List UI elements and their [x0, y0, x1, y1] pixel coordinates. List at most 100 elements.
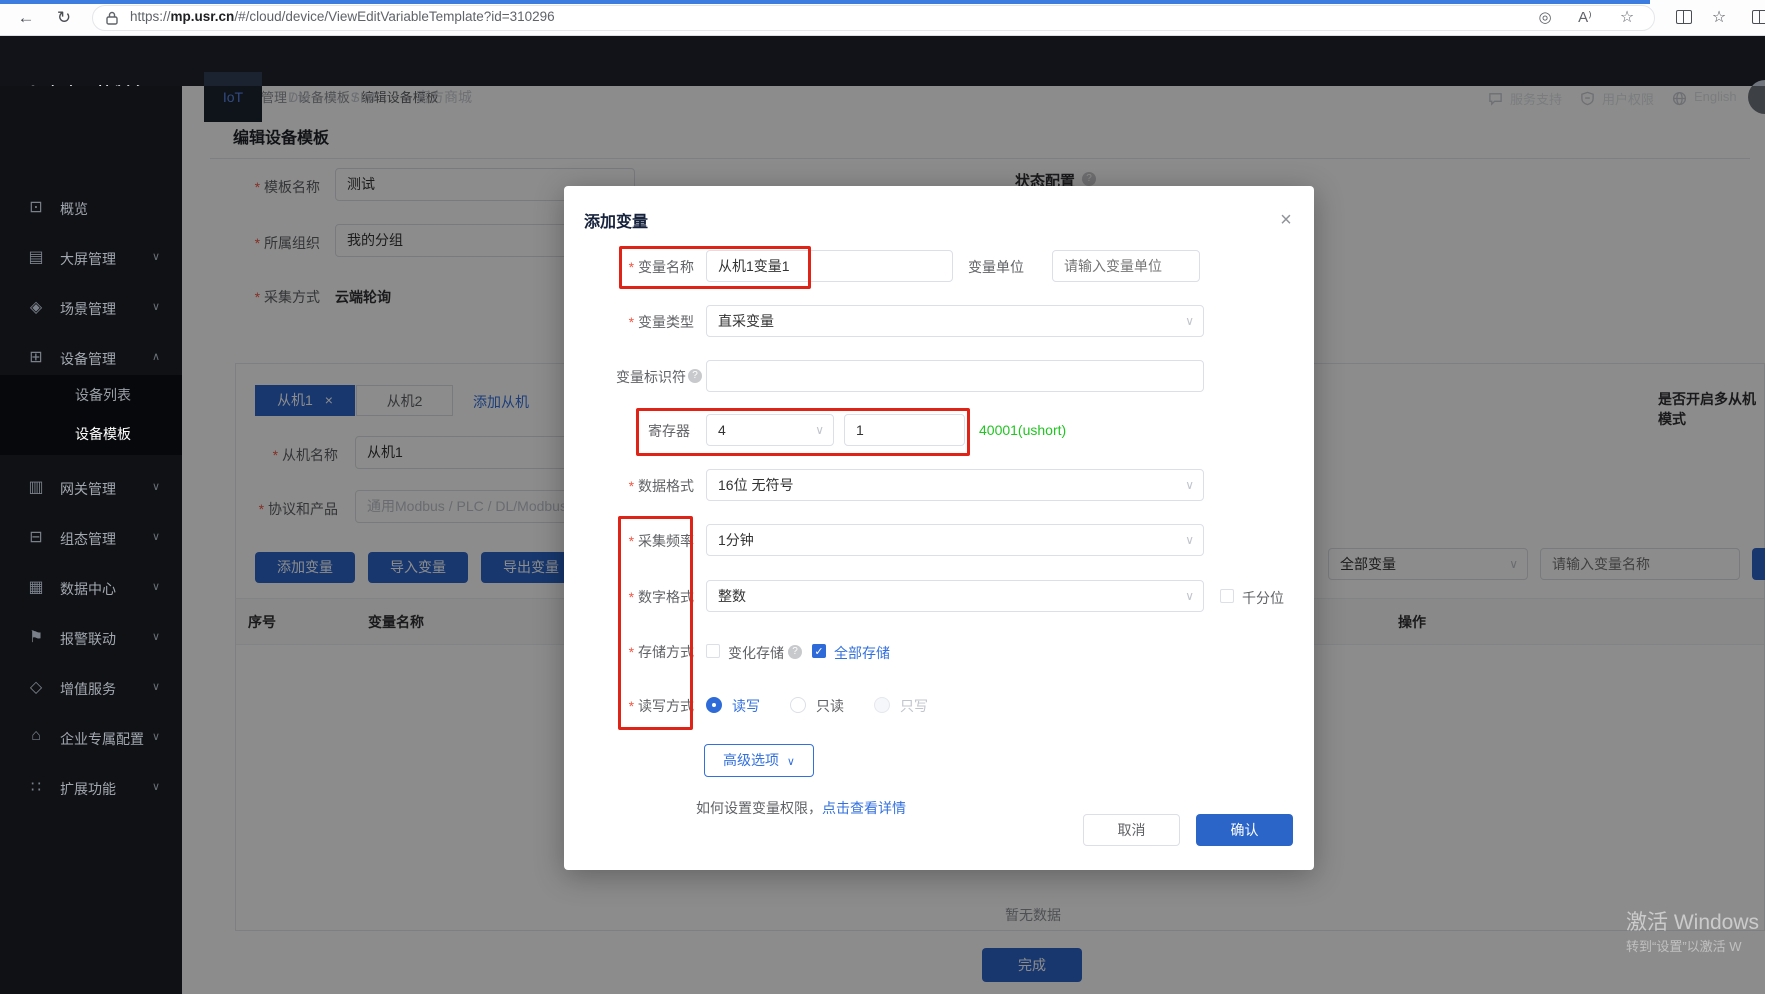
browser-extra-icon[interactable]	[1752, 10, 1765, 24]
split-screen-icon[interactable]	[1676, 10, 1692, 24]
browser-loading-bar	[0, 0, 1650, 4]
storage-change-checkbox[interactable]	[706, 644, 720, 658]
data-format-select[interactable]: 16位 无符号 ∨	[706, 469, 1204, 501]
identifier-value[interactable]	[718, 361, 1192, 391]
chevron-down-icon: ∨	[152, 480, 160, 493]
rw-readwrite-radio[interactable]	[706, 697, 722, 713]
sidebar-item-device-list[interactable]: 设备列表	[0, 376, 182, 415]
storage-change-label: 变化存储	[728, 643, 784, 663]
variable-type-label: 变量类型	[564, 312, 694, 332]
geolocation-icon[interactable]: ◎	[1532, 6, 1558, 30]
dialog-close-icon[interactable]: ×	[1272, 206, 1300, 234]
device-icon: ⊞	[26, 347, 46, 367]
chevron-down-icon: ∨	[152, 530, 160, 543]
sidebar-item-overview[interactable]: ⊡ 概览	[0, 183, 182, 233]
enterprise-icon: ⌂	[26, 727, 46, 745]
device-mgmt-submenu: 设备列表 设备模板	[0, 375, 182, 455]
browser-toolbar: ← ↻ https://mp.usr.cn/#/cloud/device/Vie…	[0, 0, 1765, 36]
url-domain: mp.usr.cn	[171, 9, 235, 24]
alarm-icon: ⚑	[26, 627, 46, 647]
chevron-down-icon: ∨	[152, 680, 160, 693]
sidebar-item-label: 报警联动	[60, 629, 116, 649]
advanced-options-label: 高级选项	[723, 752, 779, 768]
chevron-down-icon: ∨	[787, 756, 795, 768]
sidebar-item-label: 大屏管理	[60, 249, 116, 269]
register-type-select[interactable]: 4 ∨	[706, 414, 834, 446]
sidebar: ⊡ 概览 ▤ 大屏管理 ∨ ◈ 场景管理 ∨ ⊞ 设备管理 ∧ 设备列表 设备模…	[0, 86, 182, 994]
scene-icon: ◈	[26, 297, 46, 317]
sidebar-item-value-added[interactable]: ◇ 增值服务 ∨	[0, 663, 182, 713]
collections-icon[interactable]: ☆	[1706, 6, 1732, 30]
permission-help-link[interactable]: 点击查看详情	[822, 800, 906, 816]
thousand-separator-label: 千分位	[1242, 588, 1284, 608]
identifier-help-icon[interactable]: ?	[688, 369, 702, 383]
sidebar-item-label: 概览	[60, 199, 88, 219]
chevron-down-icon: ∨	[1185, 525, 1194, 555]
identifier-input[interactable]	[706, 360, 1204, 392]
app-window: ← ↻ https://mp.usr.cn/#/cloud/device/Vie…	[0, 0, 1765, 994]
sidebar-item-label: 增值服务	[60, 679, 116, 699]
overview-icon: ⊡	[26, 197, 46, 217]
url-prefix: https://	[130, 9, 171, 24]
cancel-button[interactable]: 取消	[1083, 814, 1180, 846]
confirm-button[interactable]: 确认	[1196, 814, 1293, 846]
chevron-down-icon: ∨	[152, 250, 160, 263]
sidebar-item-extensions[interactable]: ∷ 扩展功能 ∨	[0, 763, 182, 813]
sidebar-item-screen-mgmt[interactable]: ▤ 大屏管理 ∨	[0, 233, 182, 283]
browser-refresh-icon[interactable]: ↻	[52, 0, 76, 36]
register-address-value[interactable]	[856, 415, 953, 445]
sidebar-item-label: 扩展功能	[60, 779, 116, 799]
chevron-up-icon: ∧	[152, 350, 160, 363]
scada-icon: ⊟	[26, 527, 46, 547]
storage-change-help-icon[interactable]: ?	[788, 645, 802, 659]
number-format-label: 数字格式	[564, 587, 694, 607]
read-aloud-icon[interactable]: A⁾	[1572, 6, 1598, 30]
add-variable-dialog: 添加变量 × 变量名称 变量单位 变量类型 直采变量 ∨ 变量标识符 ? 寄存器…	[564, 186, 1314, 870]
variable-name-label: 变量名称	[564, 257, 694, 277]
browser-back-icon[interactable]: ←	[14, 0, 38, 36]
storage-all-checkbox[interactable]: ✓	[812, 644, 826, 658]
permission-help-text: 如何设置变量权限，	[696, 800, 822, 816]
sidebar-item-device-template[interactable]: 设备模板	[0, 415, 182, 454]
chevron-down-icon: ∨	[1185, 581, 1194, 611]
gateway-icon: ▥	[26, 477, 46, 497]
rw-readonly-label[interactable]: 只读	[816, 696, 844, 716]
register-type-value: 4	[718, 422, 726, 438]
chevron-down-icon: ∨	[1185, 306, 1194, 336]
storage-mode-label: 存储方式	[564, 642, 694, 662]
screen-icon: ▤	[26, 247, 46, 267]
value-added-icon: ◇	[26, 677, 46, 697]
variable-type-select[interactable]: 直采变量 ∨	[706, 305, 1204, 337]
sidebar-item-alarm-linkage[interactable]: ⚑ 报警联动 ∨	[0, 613, 182, 663]
sidebar-item-gateway-mgmt[interactable]: ▥ 网关管理 ∨	[0, 463, 182, 513]
favorite-star-icon[interactable]: ☆	[1614, 6, 1640, 30]
storage-all-label: 全部存储	[834, 643, 890, 663]
rw-readonly-radio[interactable]	[790, 697, 806, 713]
dialog-title: 添加变量	[584, 208, 648, 232]
register-address-input[interactable]	[844, 414, 965, 446]
data-center-icon: ▦	[26, 577, 46, 597]
url-path: /#/cloud/device/ViewEditVariableTemplate…	[234, 9, 554, 24]
url-text[interactable]: https://mp.usr.cn/#/cloud/device/ViewEdi…	[130, 9, 555, 24]
chevron-down-icon: ∨	[152, 730, 160, 743]
rw-readwrite-label[interactable]: 读写	[732, 696, 760, 716]
number-format-select[interactable]: 整数 ∨	[706, 580, 1204, 612]
top-navbar: 有人云控制台 www.usr.cn IoT DM SIM 官方商城 服务支持 用…	[0, 36, 1765, 86]
sidebar-item-label: 网关管理	[60, 479, 116, 499]
chevron-down-icon: ∨	[152, 580, 160, 593]
thousand-separator-checkbox[interactable]	[1220, 589, 1234, 603]
variable-unit-label: 变量单位	[894, 257, 1024, 277]
variable-unit-value[interactable]	[1064, 251, 1188, 281]
windows-activation-watermark: 激活 Windows	[1626, 906, 1759, 936]
sidebar-item-scene-mgmt[interactable]: ◈ 场景管理 ∨	[0, 283, 182, 333]
sidebar-item-label: 企业专属配置	[60, 729, 144, 749]
sidebar-item-enterprise-config[interactable]: ⌂ 企业专属配置 ∨	[0, 713, 182, 763]
chevron-down-icon: ∨	[152, 300, 160, 313]
collect-frequency-select[interactable]: 1分钟 ∨	[706, 524, 1204, 556]
variable-unit-input[interactable]	[1052, 250, 1200, 282]
sidebar-item-label: 数据中心	[60, 579, 116, 599]
sidebar-item-data-center[interactable]: ▦ 数据中心 ∨	[0, 563, 182, 613]
sidebar-item-config-mgmt[interactable]: ⊟ 组态管理 ∨	[0, 513, 182, 563]
rw-writeonly-radio	[874, 697, 890, 713]
advanced-options-button[interactable]: 高级选项 ∨	[704, 744, 814, 777]
